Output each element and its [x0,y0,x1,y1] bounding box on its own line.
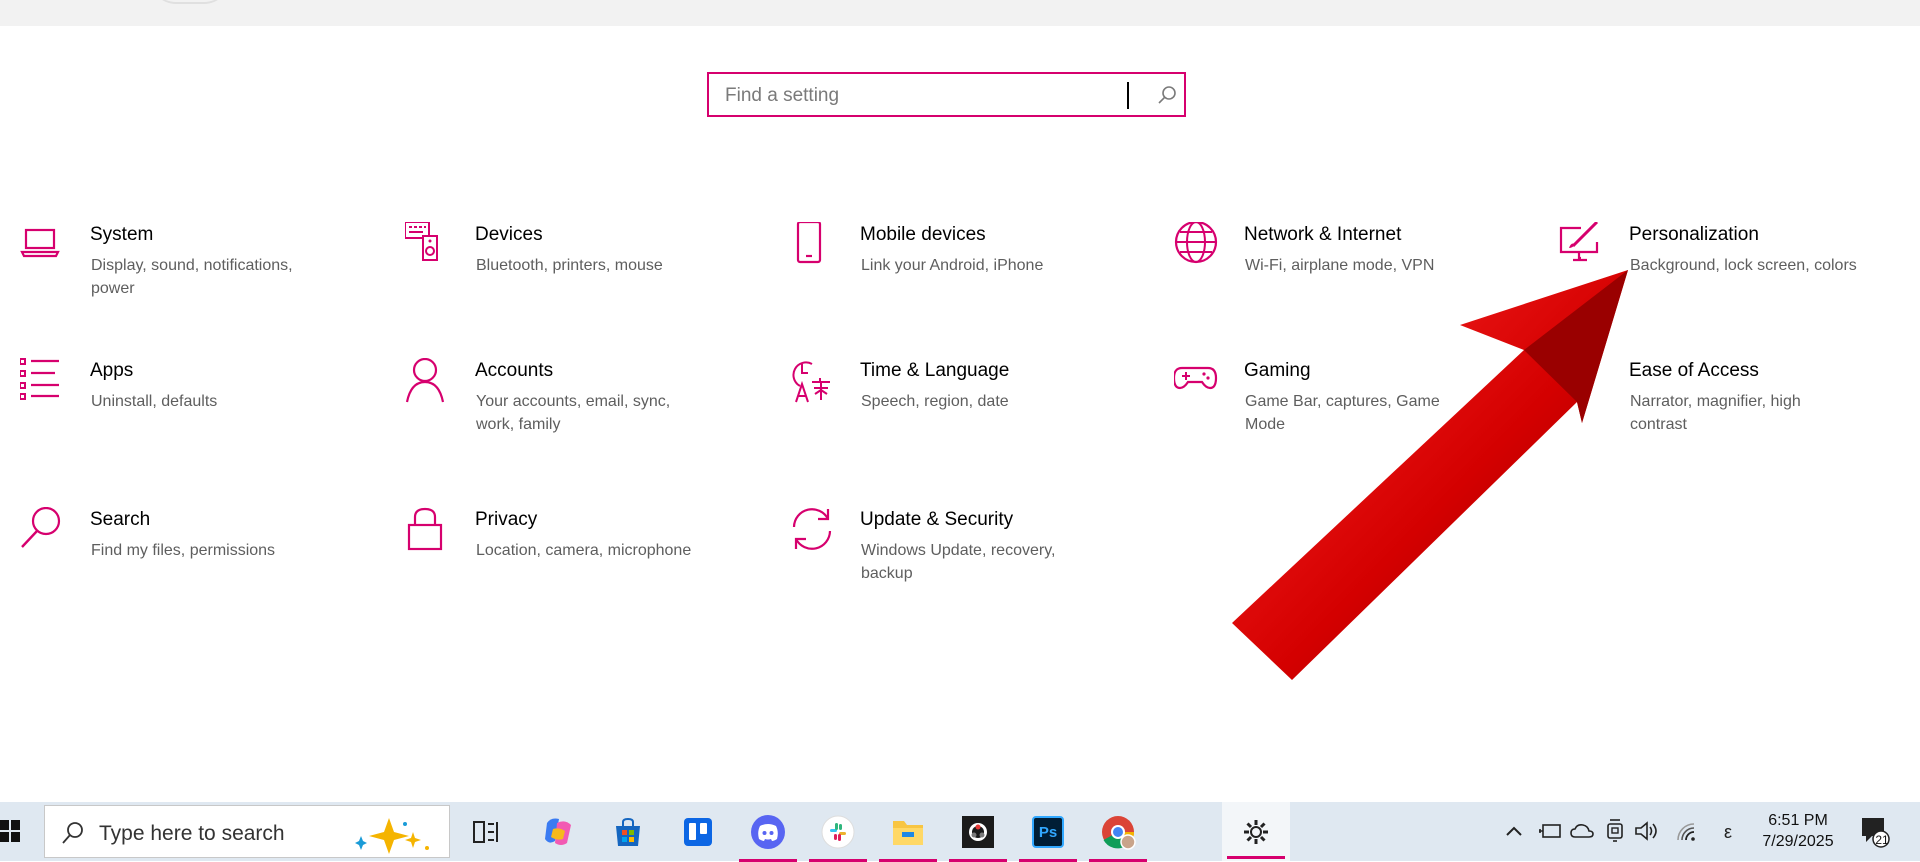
photoshop-label: Ps [1032,816,1064,848]
tile-desc: Location, camera, microphone [476,542,692,559]
microsoft-store-icon[interactable] [610,814,646,850]
tile-accounts[interactable]: Accounts Your accounts, email, sync, wor… [405,358,735,458]
tile-network-internet[interactable]: Network & Internet Wi-Fi, airplane mode,… [1174,222,1504,322]
tile-devices[interactable]: Devices Bluetooth, printers, mouse [405,222,735,322]
gamepad-icon [1174,366,1218,390]
trello-icon[interactable] [680,814,716,850]
onedrive-cloud-icon[interactable] [1570,822,1594,840]
find-setting-search-box[interactable]: Find a setting [707,72,1186,117]
tile-desc: Link your Android, iPhone [861,257,1044,274]
chrome-icon[interactable] [1089,814,1147,862]
clock-language-icon [792,361,830,403]
notification-count: 21 [1875,833,1889,847]
tile-desc: Background, lock screen, colors [1630,257,1857,274]
tile-desc: Display, sound, notifications, power [91,257,293,297]
tile-title: Time & Language [860,360,1010,381]
photoshop-icon[interactable]: Ps [1019,814,1077,862]
search-icon [62,822,83,844]
tile-title: Devices [475,224,543,245]
tile-desc: Speech, region, date [861,393,1009,410]
slack-icon[interactable] [809,814,867,862]
tile-desc: Windows Update, recovery, backup [861,542,1056,582]
tile-desc: Find my files, permissions [91,542,276,559]
tile-title: Mobile devices [860,224,986,245]
tile-personalization[interactable]: Personalization Background, lock screen,… [1559,222,1889,322]
tile-title: Apps [90,360,134,381]
taskbar-search-text: Type here to search [99,822,285,845]
speaker-volume-icon[interactable] [1634,820,1660,842]
laptop-icon [20,228,60,258]
tile-title: Search [90,509,151,530]
clock-date: 7/29/2025 [1762,833,1834,850]
tile-time-language[interactable]: Time & Language Speech, region, date [790,358,1120,458]
keyboard-speaker-icon [405,222,438,261]
tile-search[interactable]: Search Find my files, permissions [20,507,350,607]
tile-title: System [90,224,154,245]
tile-mobile-devices[interactable]: Mobile devices Link your Android, iPhone [790,222,1120,322]
taskbar: Type here to search Ps ε 6:51 PM 7/29/20… [0,802,1920,862]
phone-icon [796,222,822,264]
apps-list-icon [20,358,59,400]
tile-title: Ease of Access [1629,360,1759,381]
tile-ease-of-access[interactable]: Ease of Access Narrator, magnifier, high… [1559,358,1889,458]
tile-desc: Game Bar, captures, Game Mode [1245,393,1440,433]
discord-icon[interactable] [739,814,797,862]
copilot-icon[interactable] [540,814,576,850]
notification-center-button[interactable]: 21 [1860,816,1890,848]
search-magnifier-icon [21,507,61,548]
clock-time: 6:51 PM [1768,812,1828,829]
tile-title: Gaming [1244,360,1311,381]
tile-title: Accounts [475,360,554,381]
search-icon[interactable] [1156,84,1178,106]
tile-desc: Wi-Fi, airplane mode, VPN [1245,257,1435,274]
ease-of-access-icon [1561,376,1573,380]
taskbar-search-box[interactable]: Type here to search [44,805,450,858]
globe-icon [1174,222,1218,264]
tile-update-security[interactable]: Update & Security Windows Update, recove… [790,507,1120,607]
wifi-icon[interactable] [1676,822,1698,842]
tile-title: Privacy [475,509,538,530]
refresh-icon [792,508,832,550]
tile-gaming[interactable]: Gaming Game Bar, captures, Game Mode [1174,358,1504,458]
gear-icon [1244,820,1268,844]
tile-desc: Your accounts, email, sync, work, family [476,393,671,433]
battery-icon[interactable] [1538,822,1562,840]
copilot-sparkle-icon [355,818,429,854]
tile-title: Update & Security [860,509,1014,530]
tile-title: Network & Internet [1244,224,1402,245]
person-icon [405,358,445,403]
lock-icon [407,507,443,551]
tile-desc: Narrator, magnifier, high contrast [1630,393,1801,433]
chevron-up-icon[interactable] [1505,824,1523,838]
tile-privacy[interactable]: Privacy Location, camera, microphone [405,507,735,607]
profile-avatar-edge [150,0,230,4]
windows-start-icon[interactable] [0,818,20,844]
tile-system[interactable]: System Display, sound, notifications, po… [20,222,350,322]
input-method-indicator[interactable]: ε [1724,822,1732,843]
top-strip [0,0,1920,26]
tile-desc: Uninstall, defaults [91,393,218,410]
task-view-icon[interactable] [468,814,504,850]
tile-title: Personalization [1629,224,1759,245]
paint-brush-monitor-icon [1559,222,1599,262]
settings-taskbar-button[interactable] [1222,802,1290,861]
clock[interactable]: 6:51 PM 7/29/2025 [1758,810,1838,852]
device-icon[interactable] [1604,818,1626,842]
tile-desc: Bluetooth, printers, mouse [476,257,663,274]
obs-icon[interactable] [949,814,1007,862]
file-explorer-icon[interactable] [879,814,937,862]
text-caret [1127,82,1129,109]
search-placeholder: Find a setting [725,85,840,106]
tile-apps[interactable]: Apps Uninstall, defaults [20,358,350,458]
